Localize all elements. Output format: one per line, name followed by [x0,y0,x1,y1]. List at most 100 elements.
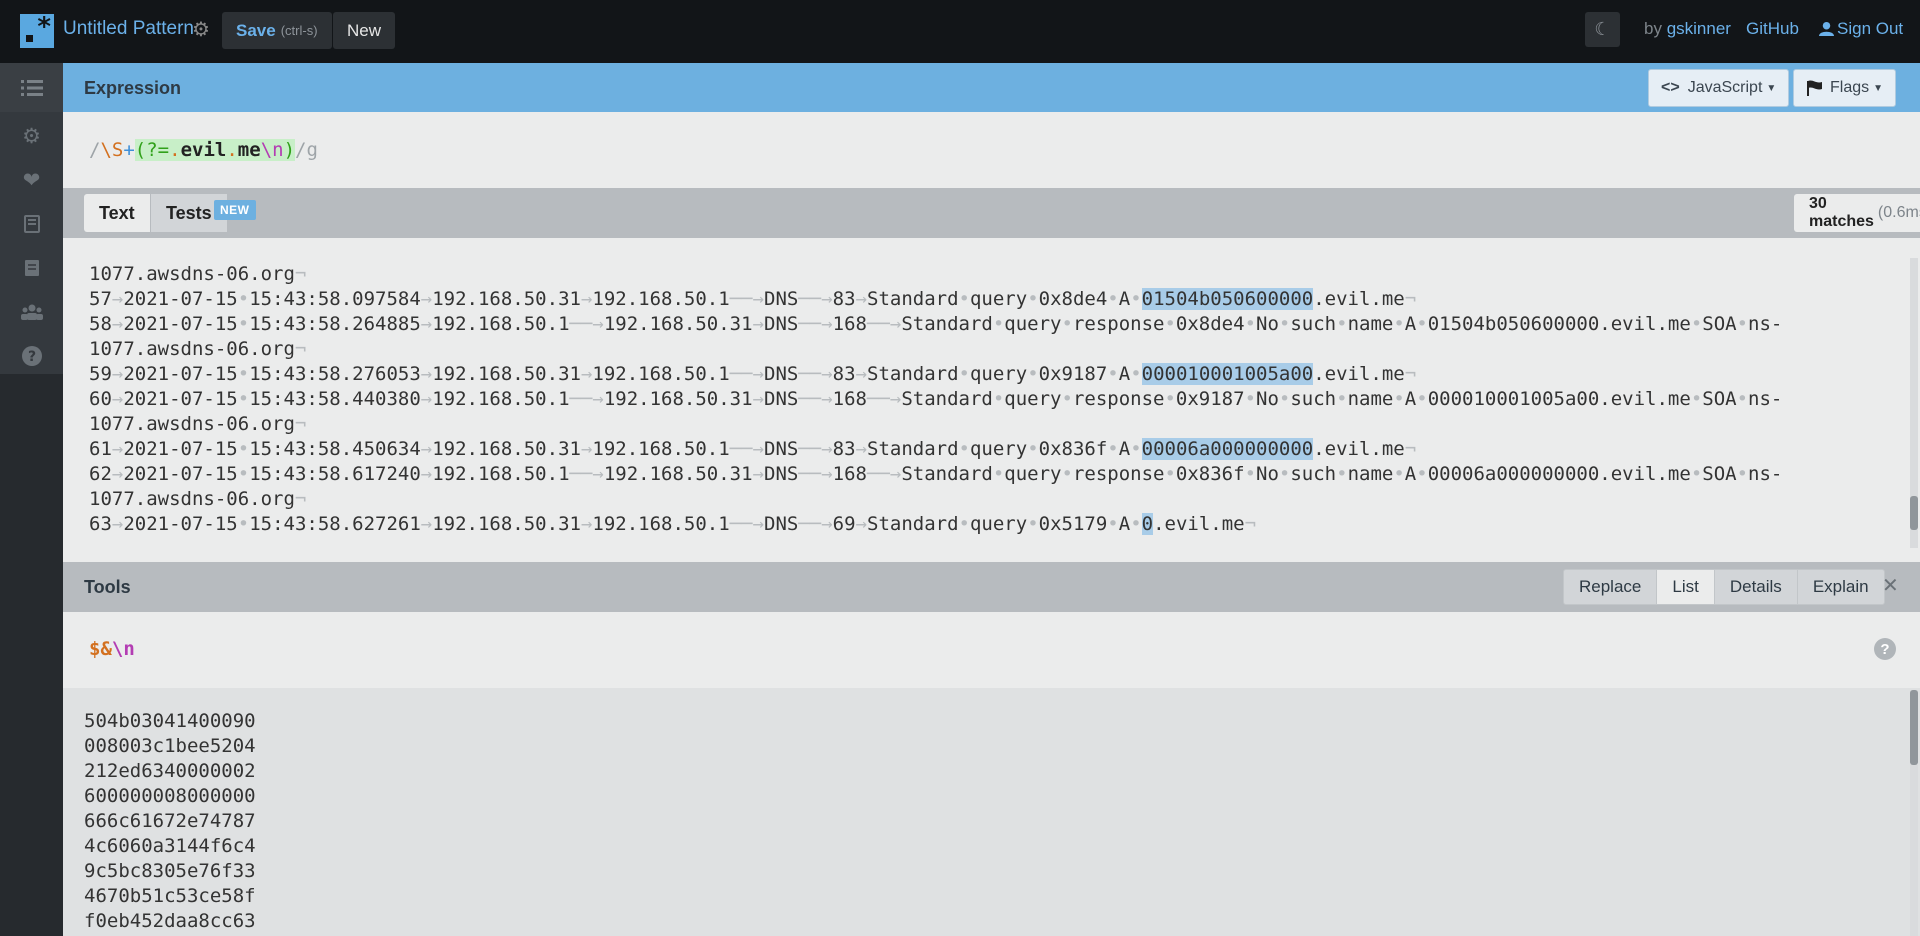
sign-out-label: Sign Out [1837,19,1904,38]
regex-group-close: ) [283,139,296,161]
text-line: 57→2021-07-15•15:43:58.097584→192.168.50… [89,288,1417,310]
regex-close-slash: / [295,139,307,161]
regex-lookahead-group: (?=.evil.me\n) [134,139,296,161]
tool-tab-list[interactable]: List [1657,570,1715,604]
language-dropdown[interactable]: <> JavaScript ▼ [1648,69,1790,107]
tools-header: Tools Replace List Details Explain ✕ [63,562,1920,612]
text-line: 1077.awsdns-06.org¬ [89,488,307,510]
author-link[interactable]: gskinner [1667,19,1731,38]
output-line: f0eb452daa8cc63 [84,910,256,932]
top-bar: * Untitled Pattern ⚙ Save (ctrl-s) New ☾… [0,0,1920,63]
match-highlight: 000010001005a00 [1141,363,1314,385]
regex-expression[interactable]: /\S+(?=.evil.me\n)/g [89,139,318,161]
sidebar: ⚙ ❤ ? [0,63,63,936]
output-line: 212ed6340000002 [84,760,256,782]
regex-literal: evil [180,139,227,161]
flags-dropdown[interactable]: Flags ▼ [1793,69,1897,107]
tools-output: 504b03041400090 008003c1bee5204 212ed63400… [63,688,1920,936]
text-lines[interactable]: 1077.awsdns-06.org¬ 57→2021-07-15•15:43:5… [89,262,1782,537]
user-icon [1819,21,1834,36]
regex-group-open: (?= [134,139,170,161]
output-line: 9c5bc8305e76f33 [84,860,256,882]
text-scrollbar-thumb[interactable] [1910,496,1918,530]
regex-token-escape: \S [100,139,124,161]
regex-token-quantifier: + [123,139,135,161]
new-button[interactable]: New [333,12,396,49]
text-line: 61→2021-07-15•15:43:58.450634→192.168.50… [89,438,1417,460]
text-line: 60→2021-07-15•15:43:58.440380→192.168.50… [89,388,1783,410]
help-icon[interactable]: ? [1874,638,1896,660]
tools-expression-editor[interactable]: $&\n ? [63,612,1920,688]
regex-literal: me [237,139,261,161]
tool-tab-replace[interactable]: Replace [1564,570,1658,604]
tools-label: Tools [84,577,131,597]
language-label: JavaScript [1687,79,1763,96]
regexr-logo[interactable]: * [20,12,54,48]
tab-text[interactable]: Text [84,194,150,232]
gear-icon[interactable]: ⚙ [192,17,210,42]
logo-star-icon: * [37,12,51,42]
text-line: 63→2021-07-15•15:43:58.627261→192.168.50… [89,513,1257,535]
match-highlight: 01504b050600000 [1141,288,1314,310]
regex-dot: . [169,139,181,161]
text-line: 62→2021-07-15•15:43:58.617240→192.168.50… [89,463,1783,485]
match-highlight: 0 [1141,513,1154,535]
pattern-title[interactable]: Untitled Pattern [63,18,194,40]
moon-icon: ☾ [1594,19,1611,39]
output-line: 504b03041400090 [84,710,256,732]
tool-tab-explain[interactable]: Explain [1798,570,1884,604]
output-line: 600000008000000 [84,785,256,807]
text-editor[interactable]: 1077.awsdns-06.org¬ 57→2021-07-15•15:43:5… [63,238,1920,562]
text-line: 1077.awsdns-06.org¬ [89,413,307,435]
expression-label: Expression [84,78,182,98]
text-line: 1077.awsdns-06.org¬ [89,263,307,285]
book-icon[interactable] [0,202,63,246]
text-line: 59→2021-07-15•15:43:58.276053→192.168.50… [89,363,1417,385]
github-link[interactable]: GitHub [1746,19,1799,39]
help-icon[interactable]: ? [0,334,63,378]
heart-icon[interactable]: ❤ [0,158,63,202]
tool-tab-details[interactable]: Details [1715,570,1798,604]
list-icon [20,79,43,96]
settings-icon[interactable]: ⚙ [0,114,63,158]
code-icon: <> [1661,79,1680,96]
document-icon[interactable] [0,246,63,290]
sidebar-icons: ⚙ ❤ ? [0,112,63,374]
regex-dot: . [226,139,238,161]
list-token-newline: \n [111,638,135,660]
svg-text:?: ? [27,349,35,365]
match-count: 30 matches [1809,195,1874,230]
output-lines: 504b03041400090 008003c1bee5204 212ed63400… [84,709,256,934]
regex-flags: g [306,139,318,161]
output-line: 008003c1bee5204 [84,735,256,757]
output-scrollbar-thumb[interactable] [1910,690,1918,765]
text-line: 58→2021-07-15•15:43:58.264885→192.168.50… [89,313,1783,335]
expression-header: Expression <> JavaScript ▼ Flags ▼ [63,63,1920,112]
text-line: 1077.awsdns-06.org¬ [89,338,307,360]
regex-newline: \n [260,139,284,161]
text-scrollbar[interactable] [1910,258,1918,548]
list-expression[interactable]: $&\n [89,638,135,660]
save-label: Save [236,20,276,40]
sign-out-link[interactable]: Sign Out [1819,19,1903,39]
text-header: Text Tests 30 matches (0.6ms) [63,188,1920,238]
flags-label: Flags [1830,79,1870,96]
output-line: 4670b51c53ce58f [84,885,256,907]
flag-icon [1807,80,1822,96]
by-prefix: by [1644,19,1662,38]
theme-toggle-button[interactable]: ☾ [1585,12,1620,47]
caret-down-icon: ▼ [1873,82,1884,94]
community-icon[interactable] [0,290,63,334]
output-scrollbar[interactable] [1910,690,1918,936]
regex-open-slash: / [89,139,101,161]
menu-toggle[interactable] [0,63,63,112]
expression-editor[interactable]: /\S+(?=.evil.me\n)/g [63,112,1920,188]
output-line: 666c61672e74787 [84,810,256,832]
logo-dot-icon [26,35,33,42]
output-line: 4c6060a3144f6c4 [84,835,256,857]
caret-down-icon: ▼ [1766,82,1777,94]
save-button[interactable]: Save (ctrl-s) [222,12,332,49]
match-time: (0.6ms) [1877,204,1920,221]
new-badge: NEW [214,200,256,220]
close-icon[interactable]: ✕ [1882,573,1899,598]
